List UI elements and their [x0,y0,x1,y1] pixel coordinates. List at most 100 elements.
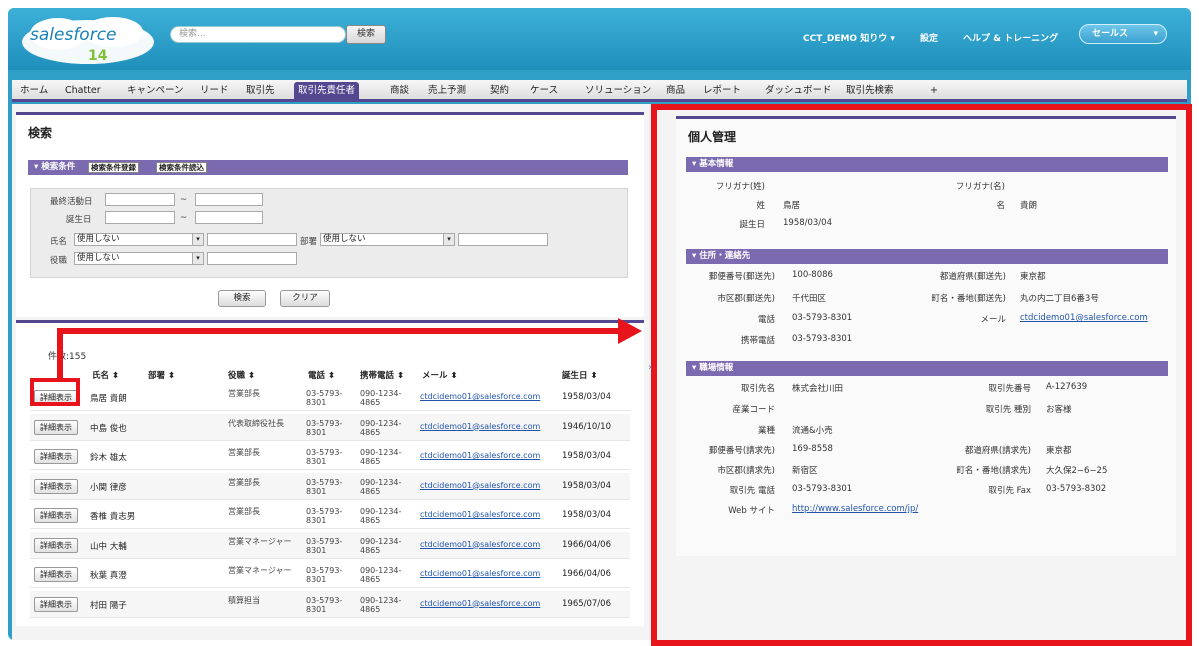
row-title: 代表取締役社長 [228,418,284,428]
arrow-right-icon [618,318,642,344]
help-link[interactable]: ヘルプ & トレーニング [963,31,1058,44]
detail-view-button[interactable]: 詳細表示 [34,567,78,582]
row-email-link[interactable]: ctdcidemo01@salesforce.com [420,599,540,608]
col-dept[interactable]: 部署 ⬍ [148,369,175,381]
search-panel-title: 検索 [28,126,53,140]
name-operator-select[interactable]: 使用しない ▾ [74,233,204,246]
name-select-value: 使用しない [77,234,120,244]
row-email-link[interactable]: ctdcidemo01@salesforce.com [420,569,540,578]
last-activity-from-input[interactable] [105,193,175,206]
row-email-link[interactable]: ctdcidemo01@salesforce.com [420,481,540,490]
row-birthday: 1966/04/06 [562,539,611,550]
tab-dashboards[interactable]: ダッシュボード [765,83,832,100]
row-title: 営業部長 [228,477,260,487]
tab-leads[interactable]: リード [200,83,229,100]
load-criteria-button[interactable]: 検索条件読込 [156,162,207,173]
dept-select-value: 使用しない [323,234,366,244]
detail-view-button[interactable]: 詳細表示 [34,449,78,464]
row-birthday: 1958/03/04 [562,480,611,491]
row-name: 鳥居 貴朗 [90,394,127,404]
col-birthday[interactable]: 誕生日 ⬍ [562,369,598,381]
tab-cases[interactable]: ケース [530,83,558,100]
row-email-link[interactable]: ctdcidemo01@salesforce.com [420,422,540,431]
row-phone: 03-5793-8301 [306,448,343,466]
salesforce-logo[interactable]: salesforce 14 [18,14,166,66]
annotation-arrow-stem [57,328,63,380]
detail-view-button[interactable]: 詳細表示 [34,508,78,523]
row-name: 村田 陽子 [90,600,127,611]
col-email[interactable]: メール ⬍ [422,369,458,381]
tab-products[interactable]: 商品 [666,83,685,100]
col-title[interactable]: 役職 ⬍ [228,369,255,381]
table-row: 詳細表示 鳥居 貴朗 営業部長 03-5793-8301 090-1234-4865 ct… [30,384,630,411]
table-row: 詳細表示 小関 律彦 営業部長 03-5793-8301 090-1234-4865 ct… [30,472,630,500]
row-phone: 03-5793-8301 [306,595,343,614]
tab-contacts[interactable]: 取引先責任者 [294,82,360,101]
row-mobile: 090-1234-4865 [360,448,402,466]
dept-operator-select[interactable]: 使用しない ▾ [320,233,455,246]
tab-account-search[interactable]: 取引先検索 [846,83,894,100]
setup-link[interactable]: 設定 [920,31,938,44]
detail-view-button[interactable]: 詳細表示 [34,596,78,612]
row-phone: 03-5793-8301 [306,507,343,525]
title-value-input[interactable] [207,252,297,265]
range-tilde: ~ [180,195,188,205]
title-select-value: 使用しない [77,253,120,263]
chevron-down-icon: ▾ [1153,29,1158,39]
global-search-button[interactable]: 検索 [346,25,386,44]
name-value-input[interactable] [207,233,297,246]
birthday-from-input[interactable] [105,211,175,224]
title-label: 役職 [50,256,68,266]
svg-text:salesforce: salesforce [30,25,117,45]
tab-home[interactable]: ホーム [20,83,48,100]
tab-forecasts[interactable]: 売上予測 [428,83,466,100]
dept-value-input[interactable] [458,233,548,246]
global-search-input[interactable]: 検索... [170,26,346,43]
col-name[interactable]: 氏名 ⬍ [92,369,119,381]
app-menu-label: セールス [1092,29,1129,39]
row-title: 営業部長 [228,389,260,398]
tab-add[interactable]: + [930,83,938,100]
row-birthday: 1965/07/06 [562,598,611,609]
detail-view-button[interactable]: 詳細表示 [34,419,78,435]
col-phone[interactable]: 電話 ⬍ [308,369,335,381]
row-email-link[interactable]: ctdcidemo01@salesforce.com [420,451,540,460]
detail-view-button[interactable]: 詳細表示 [34,537,78,553]
birthday-to-input[interactable] [195,211,263,224]
row-birthday: 1958/03/04 [562,451,611,461]
row-phone: 03-5793-8301 [306,477,343,496]
row-email-link[interactable]: ctdcidemo01@salesforce.com [420,510,540,519]
user-menu[interactable]: CCT_DEMO 知りウ ▾ [803,31,895,44]
row-birthday: 1958/03/04 [562,510,611,520]
title-operator-select[interactable]: 使用しない ▾ [74,252,204,265]
app-menu[interactable]: セールス ▾ [1079,24,1167,44]
tab-campaigns[interactable]: キャンペーン [127,83,184,100]
row-mobile: 090-1234-4865 [360,566,402,584]
tab-opportunities[interactable]: 商談 [390,83,409,100]
row-title: 営業部長 [228,507,260,516]
annotation-arrow-line [57,328,623,334]
row-birthday: 1966/04/06 [562,569,611,579]
header: salesforce 14 検索... 検索 CCT_DEMO 知りウ ▾ 設定… [8,8,1191,70]
annotation-highlight-box [30,378,80,406]
search-button[interactable]: 検索 [218,290,266,307]
tab-accounts[interactable]: 取引先 [246,83,275,100]
last-activity-to-input[interactable] [195,193,263,206]
row-name: 鈴木 雄太 [90,453,127,463]
tab-solutions[interactable]: ソリューション [585,83,651,100]
save-criteria-button[interactable]: 検索条件登録 [88,162,139,173]
table-row: 詳細表示 村田 陽子 積算担当 03-5793-8301 090-1234-4865 ct… [30,590,630,618]
tab-reports[interactable]: レポート [703,83,741,100]
chevron-down-icon: ▾ [443,234,454,245]
tab-chatter[interactable]: Chatter [65,83,101,100]
dept-label: 部署 [300,237,318,247]
clear-button[interactable]: クリア [280,290,330,307]
detail-view-button[interactable]: 詳細表示 [34,478,78,494]
row-email-link[interactable]: ctdcidemo01@salesforce.com [420,540,540,549]
tab-contracts[interactable]: 契約 [490,83,509,100]
row-email-link[interactable]: ctdcidemo01@salesforce.com [420,392,540,401]
row-mobile: 090-1234-4865 [360,389,402,407]
results-table-header: 氏名 ⬍ 部署 ⬍ 役職 ⬍ 電話 ⬍ 携帯電話 ⬍ メール ⬍ 誕生日 ⬍ [30,364,630,384]
criteria-label: ▾ 検索条件 [34,162,76,172]
col-mobile[interactable]: 携帯電話 ⬍ [360,369,404,381]
